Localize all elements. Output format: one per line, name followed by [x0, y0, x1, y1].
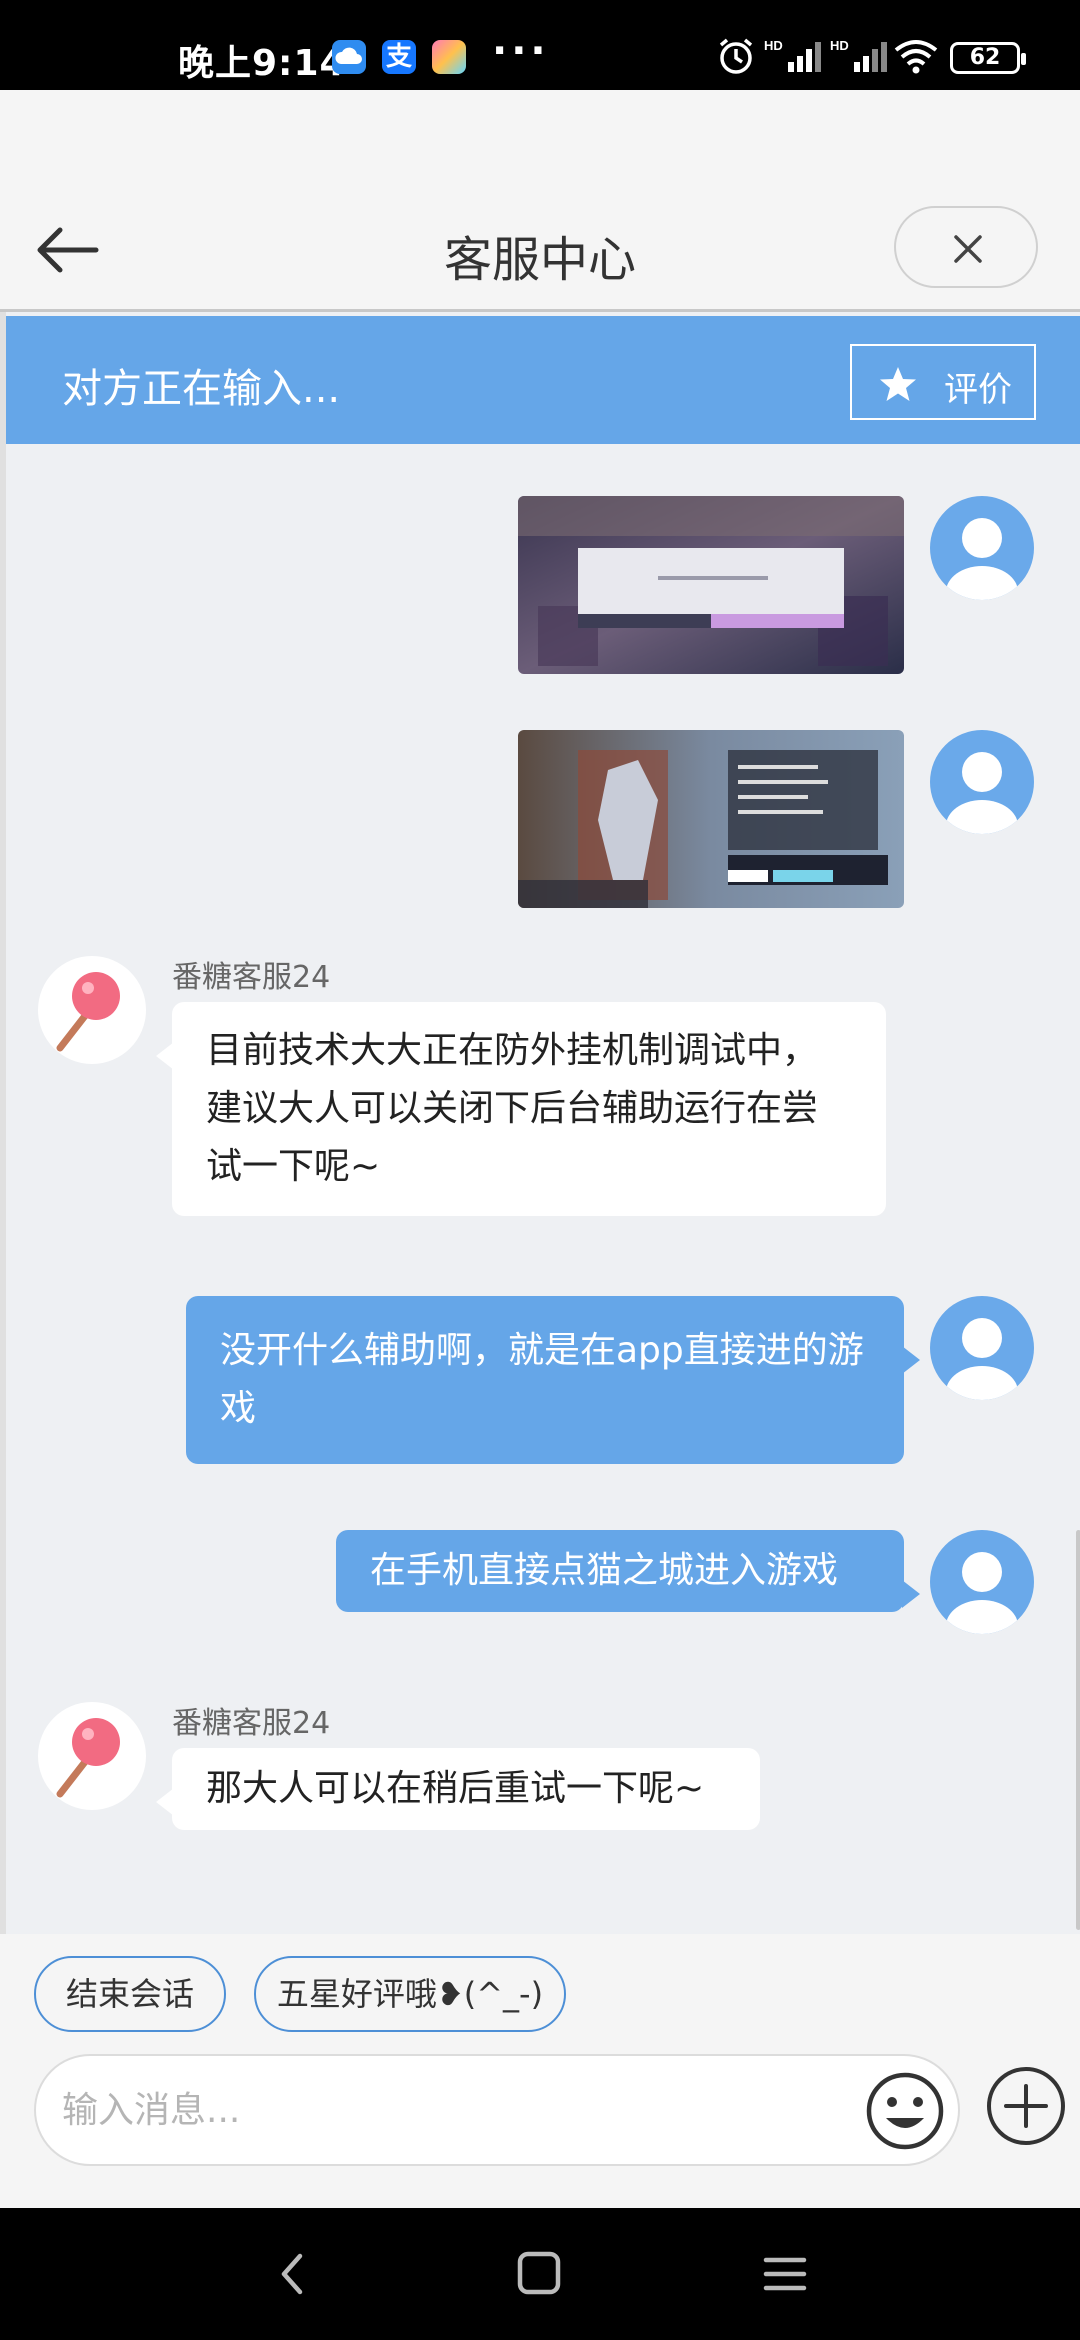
lollipop-icon — [56, 1718, 120, 1798]
agent-name: 番糖客服24 — [172, 1706, 331, 1741]
game-app-icon — [432, 40, 466, 74]
nav-menu-icon[interactable] — [758, 2246, 814, 2302]
emoji-button[interactable] — [862, 2068, 948, 2154]
smiley-icon — [866, 2072, 944, 2150]
top-spacer — [0, 90, 1080, 190]
lollipop-icon — [56, 972, 120, 1052]
nav-home-icon[interactable] — [512, 2246, 568, 2302]
user-icon — [946, 518, 1018, 600]
user-icon — [946, 1552, 1018, 1634]
image-message[interactable] — [518, 730, 904, 908]
game-screenshot-image — [518, 730, 904, 908]
signal-icon-2: HD — [830, 38, 887, 72]
rate-button-label: 评价 — [944, 370, 1012, 410]
rate-button[interactable]: 评价 — [850, 344, 1036, 420]
typing-status-bar: 对方正在输入... 评价 — [6, 316, 1080, 444]
user-avatar[interactable] — [930, 496, 1034, 600]
message-input[interactable] — [62, 2080, 842, 2140]
end-chat-button[interactable]: 结束会话 — [34, 1956, 226, 2032]
plus-circle-icon — [987, 2067, 1065, 2145]
status-bar: 晚上9:14 支 ··· HD HD 62 — [0, 0, 1080, 90]
page-header: 客服中心 — [0, 190, 1080, 312]
image-message[interactable] — [518, 496, 904, 674]
system-nav-bar — [0, 2208, 1080, 2340]
user-icon — [946, 1318, 1018, 1400]
battery-icon: 62 — [950, 42, 1026, 74]
status-time: 晚上9:14 — [178, 43, 346, 84]
agent-name: 番糖客服24 — [172, 960, 331, 995]
user-icon — [946, 752, 1018, 834]
agent-message[interactable]: 那大人可以在稍后重试一下呢~ — [156, 1748, 760, 1830]
nav-back-icon[interactable] — [268, 2246, 318, 2302]
chat-area[interactable]: 番糖客服24 目前技术大大正在防外挂机制调试中，建议大人可以关闭下后台辅助运行在… — [6, 444, 1080, 1934]
game-screenshot-image — [518, 496, 904, 674]
chat-scrollbar[interactable] — [1076, 1530, 1080, 1930]
star-icon — [880, 367, 916, 401]
message-input-box — [34, 2054, 960, 2166]
typing-status-text: 对方正在输入... — [62, 366, 341, 412]
cloud-app-icon — [332, 40, 366, 74]
close-icon — [954, 235, 982, 263]
user-avatar[interactable] — [930, 730, 1034, 834]
five-star-review-button[interactable]: 五星好评哦❥(^_-) — [254, 1956, 566, 2032]
user-avatar[interactable] — [930, 1296, 1034, 1400]
svg-text:HD: HD — [830, 38, 849, 53]
input-panel: 结束会话 五星好评哦❥(^_-) — [0, 1934, 1080, 2208]
more-options-button[interactable] — [984, 2064, 1068, 2148]
close-button[interactable] — [894, 206, 1038, 288]
user-message[interactable]: 在手机直接点猫之城进入游戏 — [336, 1530, 920, 1612]
agent-avatar[interactable] — [38, 1702, 146, 1810]
wifi-icon — [894, 40, 938, 74]
user-message[interactable]: 没开什么辅助啊，就是在app直接进的游戏 — [186, 1296, 920, 1464]
alipay-icon: 支 — [382, 40, 416, 74]
user-avatar[interactable] — [930, 1530, 1034, 1634]
more-notifications: ··· — [492, 28, 550, 74]
alarm-icon — [719, 38, 753, 74]
svg-text:HD: HD — [764, 38, 783, 53]
agent-message[interactable]: 目前技术大大正在防外挂机制调试中，建议大人可以关闭下后台辅助运行在尝试一下呢~ — [156, 1002, 886, 1216]
signal-icon: HD — [764, 38, 821, 72]
agent-avatar[interactable] — [38, 956, 146, 1064]
